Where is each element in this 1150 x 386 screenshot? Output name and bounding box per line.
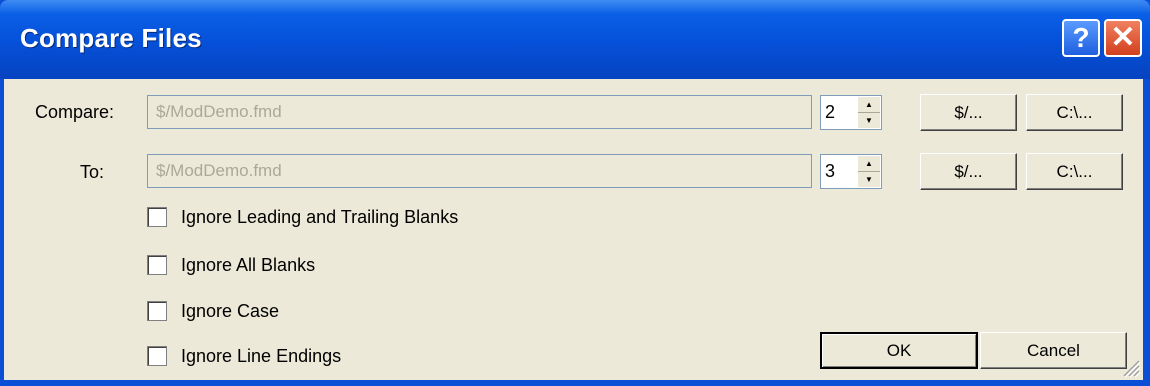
spin-down-icon[interactable]: ▼ (858, 172, 880, 187)
ignore-case-checkbox[interactable] (147, 301, 167, 321)
ignore-line-endings-checkbox[interactable] (147, 346, 167, 366)
spinner-arrows[interactable]: ▲ ▼ (857, 97, 880, 128)
compare-local-browse-button[interactable]: C:\... (1026, 94, 1123, 131)
compare-path-field[interactable]: $/ModDemo.fmd (147, 95, 812, 129)
ok-button[interactable]: OK (820, 332, 978, 369)
option-label[interactable]: Ignore Case (181, 301, 279, 322)
to-path-field[interactable]: $/ModDemo.fmd (147, 154, 812, 188)
compare-label: Compare: (35, 102, 115, 122)
window-title: Compare Files (20, 23, 202, 53)
to-label: To: (80, 162, 105, 182)
close-button[interactable]: ✕ (1104, 19, 1142, 57)
help-button[interactable]: ? (1062, 19, 1100, 57)
option-label[interactable]: Ignore Line Endings (181, 346, 341, 367)
spin-up-icon[interactable]: ▲ (858, 97, 880, 113)
ignore-leading-trailing-checkbox[interactable] (147, 207, 167, 227)
to-version-value[interactable]: 3 (825, 157, 835, 185)
compare-files-window: Compare Files ? ✕ Compare: $/ModDemo.fmd… (0, 0, 1150, 386)
spin-up-icon[interactable]: ▲ (858, 156, 880, 172)
to-vss-browse-button[interactable]: $/... (920, 153, 1017, 190)
compare-version-spinner[interactable]: 2 ▲ ▼ (820, 95, 882, 130)
to-version-spinner[interactable]: 3 ▲ ▼ (820, 154, 882, 189)
compare-vss-browse-button[interactable]: $/... (920, 94, 1017, 131)
ignore-all-blanks-checkbox[interactable] (147, 255, 167, 275)
spinner-arrows[interactable]: ▲ ▼ (857, 156, 880, 187)
option-label[interactable]: Ignore All Blanks (181, 255, 315, 276)
resize-grip-icon[interactable] (1119, 356, 1141, 378)
to-local-browse-button[interactable]: C:\... (1026, 153, 1123, 190)
title-bar[interactable]: Compare Files ? ✕ (0, 0, 1150, 79)
compare-version-value[interactable]: 2 (825, 98, 835, 126)
dialog-body: Compare: $/ModDemo.fmd 2 ▲ ▼ $/... C:\..… (4, 79, 1143, 380)
option-label[interactable]: Ignore Leading and Trailing Blanks (181, 207, 458, 228)
spin-down-icon[interactable]: ▼ (858, 113, 880, 128)
cancel-button[interactable]: Cancel (980, 332, 1127, 369)
